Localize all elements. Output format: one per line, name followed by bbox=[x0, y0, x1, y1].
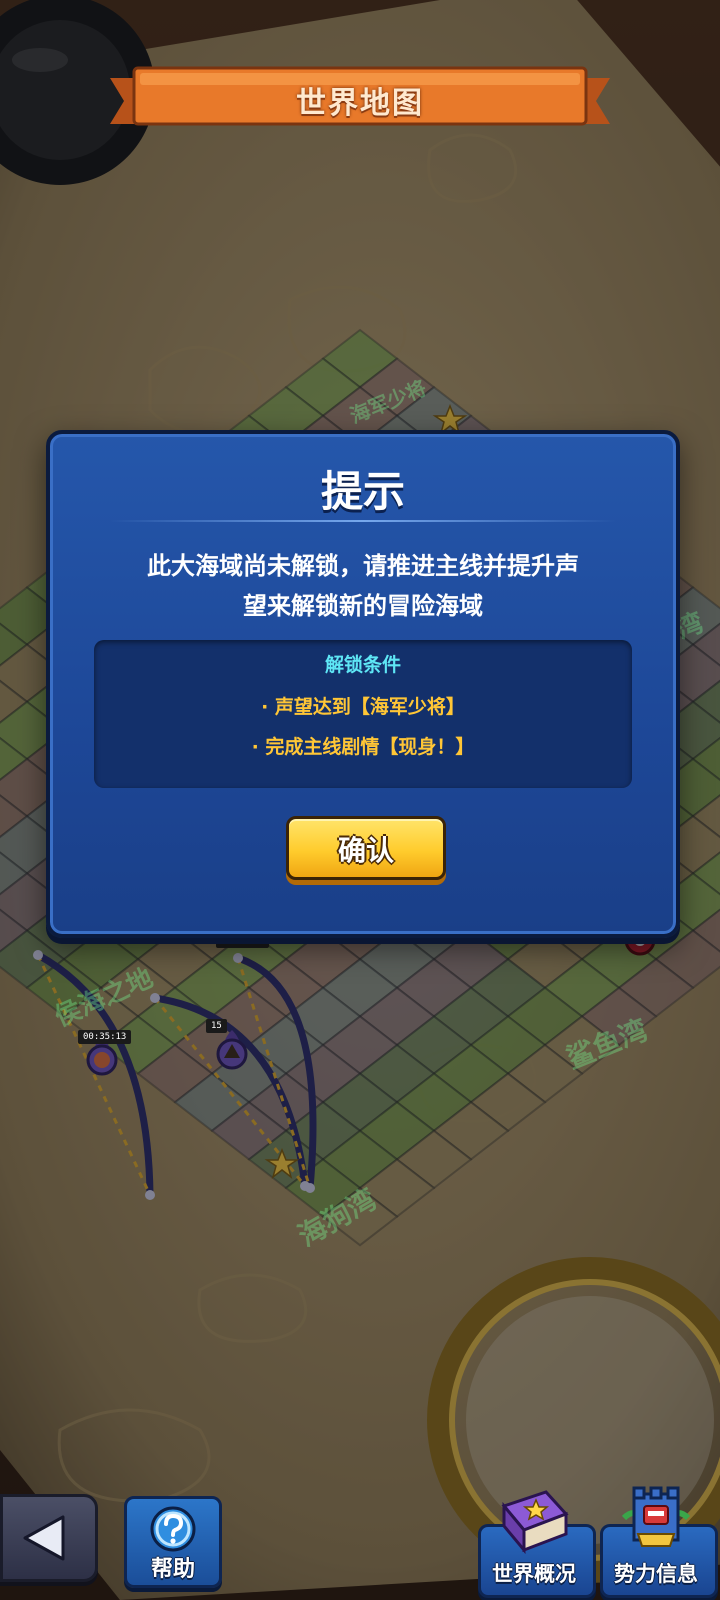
dialog-message-line: 望来解锁新的冒险海域 bbox=[243, 592, 483, 620]
dialog-title: 提示 bbox=[320, 467, 405, 516]
faction-info-button[interactable]: 势力信息 bbox=[600, 1484, 718, 1598]
book-icon bbox=[501, 1490, 569, 1555]
unlock-conditions-panel: 解锁条件 · 声望达到【海军少将】 · 完成主线剧情【现身！】 bbox=[94, 640, 632, 788]
faction-castle-icon bbox=[621, 1486, 691, 1547]
unlock-conditions-title: 解锁条件 bbox=[324, 654, 401, 676]
world-overview-button[interactable]: 世界概况 bbox=[478, 1484, 596, 1598]
dialog-message: 此大海域尚未解锁，请推进主线并提升声 望来解锁新的冒险海域 bbox=[90, 546, 636, 626]
dialog-message-line: 此大海域尚未解锁，请推进主线并提升声 bbox=[147, 552, 579, 580]
back-arrow-icon bbox=[23, 1515, 65, 1561]
dialog-divider bbox=[110, 520, 616, 522]
game-screen: 海军少将 湾 侯海之地 鲨鱼湾 海狗湾 00:09:28 00:35:13 15… bbox=[0, 0, 720, 1600]
condition-item: · 完成主线剧情【现身！】 bbox=[251, 736, 475, 758]
page-title: 世界地图 bbox=[296, 86, 424, 121]
back-button[interactable] bbox=[0, 1494, 98, 1582]
march-timer: 00:35:13 bbox=[78, 1030, 132, 1044]
march-timer: 15 bbox=[206, 1019, 227, 1033]
unlock-hint-dialog: 提示 此大海域尚未解锁，请推进主线并提升声 望来解锁新的冒险海域 解锁条件 · … bbox=[46, 430, 680, 938]
confirm-button[interactable]: 确认 bbox=[286, 816, 446, 880]
world-overview-label: 世界概况 bbox=[492, 1562, 576, 1586]
confirm-button-label: 确认 bbox=[337, 834, 394, 867]
condition-item: · 声望达到【海军少将】 bbox=[261, 696, 465, 718]
help-label: 帮助 bbox=[150, 1557, 195, 1582]
faction-info-label: 势力信息 bbox=[614, 1562, 698, 1586]
help-button[interactable]: 帮助 bbox=[124, 1496, 222, 1588]
question-mark-icon bbox=[150, 1506, 196, 1552]
title-ribbon: 世界地图 bbox=[110, 64, 610, 136]
